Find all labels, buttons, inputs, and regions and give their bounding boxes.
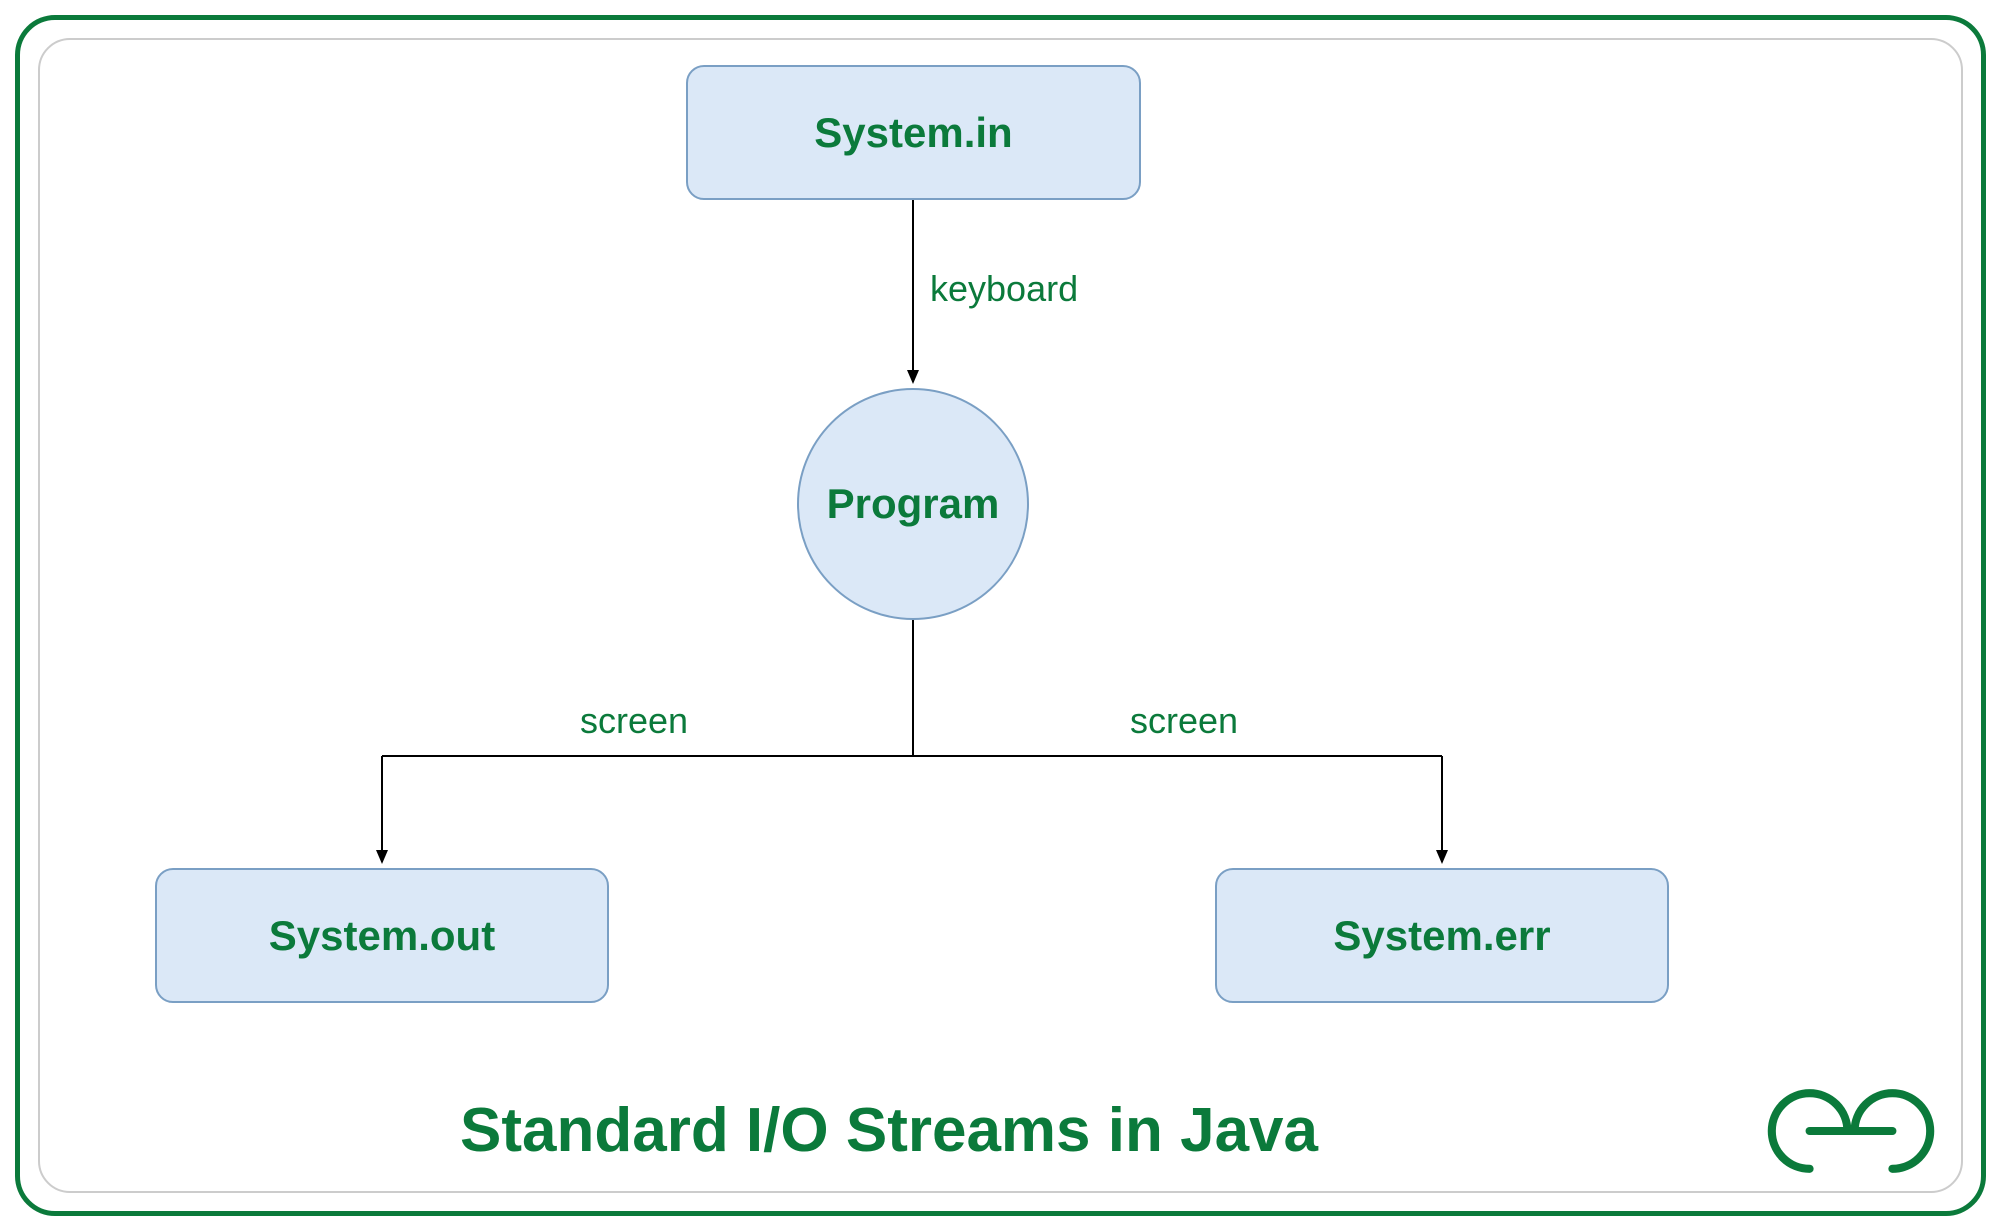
edge-label-screen-right: screen [1130,700,1238,742]
inner-border [38,38,1963,1193]
gg-logo-icon [1761,1086,1941,1176]
diagram-title: Standard I/O Streams in Java [460,1095,1318,1166]
node-program-label: Program [827,480,1000,528]
node-system-err: System.err [1215,868,1669,1003]
edge-label-screen-left: screen [580,700,688,742]
node-system-err-label: System.err [1333,912,1550,960]
node-system-in: System.in [686,65,1141,200]
node-system-out-label: System.out [269,912,495,960]
node-system-out: System.out [155,868,609,1003]
node-program: Program [797,388,1029,620]
edge-label-keyboard: keyboard [930,268,1078,310]
node-system-in-label: System.in [814,109,1012,157]
